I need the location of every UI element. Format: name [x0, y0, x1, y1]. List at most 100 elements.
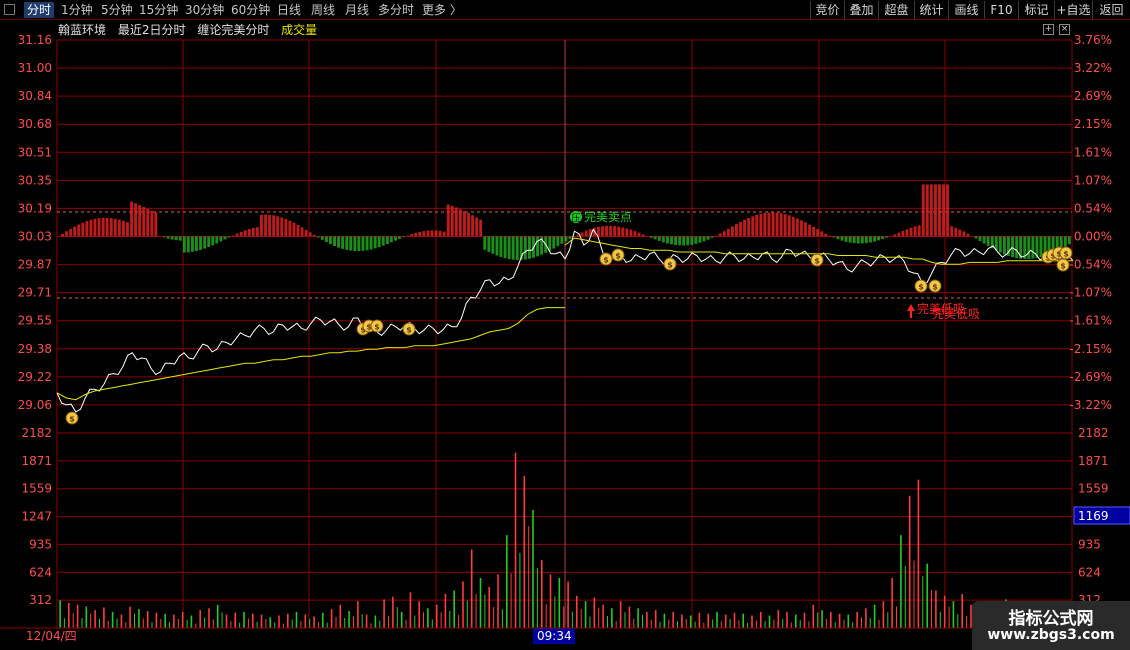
osc-bar: [982, 236, 986, 244]
osc-bar: [629, 229, 633, 237]
osc-bar: [556, 236, 560, 247]
osc-bar: [661, 236, 665, 243]
osc-bar: [398, 236, 401, 239]
osc-bar: [743, 219, 746, 237]
osc-bar: [231, 235, 235, 237]
osc-bar: [491, 236, 495, 254]
osc-bar: [73, 226, 77, 237]
osc-bar: [284, 219, 288, 237]
osc-bar: [950, 226, 954, 237]
osc-bar: [182, 236, 186, 253]
osc-bar: [292, 222, 296, 237]
osc-bar: [361, 236, 365, 251]
osc-bar: [1027, 236, 1031, 259]
osc-bar: [483, 236, 487, 250]
price-tick-label: 31.16: [18, 33, 52, 47]
osc-bar: [463, 211, 466, 237]
osc-bar: [117, 219, 121, 237]
osc-bar: [528, 236, 531, 259]
zoom-icon[interactable]: +: [1043, 24, 1054, 35]
money-bag-icon: $: [599, 252, 613, 266]
osc-bar: [308, 232, 312, 237]
osc-bar: [150, 210, 154, 237]
osc-bar: [296, 225, 300, 237]
money-bag-icon: $: [663, 257, 677, 271]
osc-bar: [211, 236, 215, 246]
price-tick-label: 29.71: [18, 286, 52, 300]
osc-bar: [113, 218, 117, 237]
money-bag-symbol: $: [603, 256, 609, 265]
buy-arrow-head: [907, 304, 915, 311]
osc-bar: [978, 236, 982, 241]
osc-bar: [162, 236, 166, 238]
pct-tick-label: 2.69%: [1074, 89, 1112, 103]
pct-tick-label: -3.22%: [1070, 398, 1112, 412]
osc-bar: [89, 219, 93, 237]
osc-bar: [130, 201, 133, 237]
osc-bar: [101, 217, 105, 237]
osc-bar: [316, 236, 320, 238]
osc-bar: [85, 221, 89, 237]
osc-bar: [722, 231, 726, 237]
money-bag-symbol: $: [918, 283, 924, 292]
volume-label: 成交量: [281, 23, 318, 37]
osc-bar: [966, 233, 970, 237]
osc-bar: [763, 213, 767, 237]
osc-bar: [251, 227, 255, 237]
osc-bar: [856, 236, 860, 244]
pct-tick-label: -2.15%: [1070, 342, 1112, 356]
cursor-time: 09:34: [537, 629, 572, 643]
osc-bar: [686, 236, 690, 246]
osc-bar: [450, 205, 454, 237]
osc-bar: [426, 230, 430, 237]
osc-bar: [503, 236, 507, 259]
osc-bar: [942, 184, 945, 237]
close-icon[interactable]: ×: [1059, 24, 1070, 35]
osc-bar: [909, 227, 913, 237]
osc-bar: [170, 236, 174, 240]
osc-bar: [828, 235, 832, 237]
pct-tick-label: -0.54%: [1070, 258, 1112, 272]
osc-bar: [178, 236, 182, 241]
buy-arrow-icon: [907, 304, 915, 318]
osc-bar: [511, 236, 515, 260]
osc-bar: [385, 236, 389, 244]
money-bag-symbol: $: [932, 283, 938, 292]
osc-bar: [657, 236, 661, 241]
osc-bar: [560, 236, 564, 244]
osc-bar: [816, 229, 820, 237]
osc-bar: [320, 236, 324, 240]
osc-bar: [613, 226, 617, 237]
volume-tick-label: 1247: [21, 510, 52, 524]
osc-bar: [1067, 236, 1071, 245]
osc-bar: [471, 215, 474, 237]
osc-bar: [653, 236, 657, 240]
osc-bar: [954, 227, 958, 237]
price-tick-label: 30.19: [18, 201, 52, 215]
osc-bar: [394, 236, 397, 241]
osc-bar: [446, 204, 450, 237]
osc-bar: [418, 231, 422, 237]
osc-bar: [369, 236, 373, 250]
osc-bar: [329, 236, 332, 245]
osc-bar: [81, 222, 85, 237]
osc-bar: [877, 236, 880, 241]
osc-bar: [134, 203, 137, 237]
osc-bar: [998, 236, 1002, 253]
osc-bar: [844, 236, 848, 242]
osc-bar: [288, 220, 292, 237]
pct-tick-label: 3.22%: [1074, 61, 1112, 75]
osc-bar: [65, 231, 68, 237]
osc-bar: [109, 218, 113, 237]
osc-bar: [893, 234, 897, 237]
intraday-chart[interactable]: 31.16 3.76% 31.00 3.22% 30.84 2.69% 30.68 2.15%…: [0, 0, 1130, 650]
osc-bar: [235, 233, 239, 237]
money-bag-symbol: $: [1060, 262, 1066, 271]
osc-bar: [422, 231, 426, 237]
osc-bar: [800, 220, 803, 237]
osc-bar: [105, 217, 109, 237]
osc-bar: [751, 216, 755, 237]
osc-bar: [824, 233, 828, 237]
osc-bar: [1031, 236, 1035, 259]
osc-bar: [227, 236, 231, 238]
